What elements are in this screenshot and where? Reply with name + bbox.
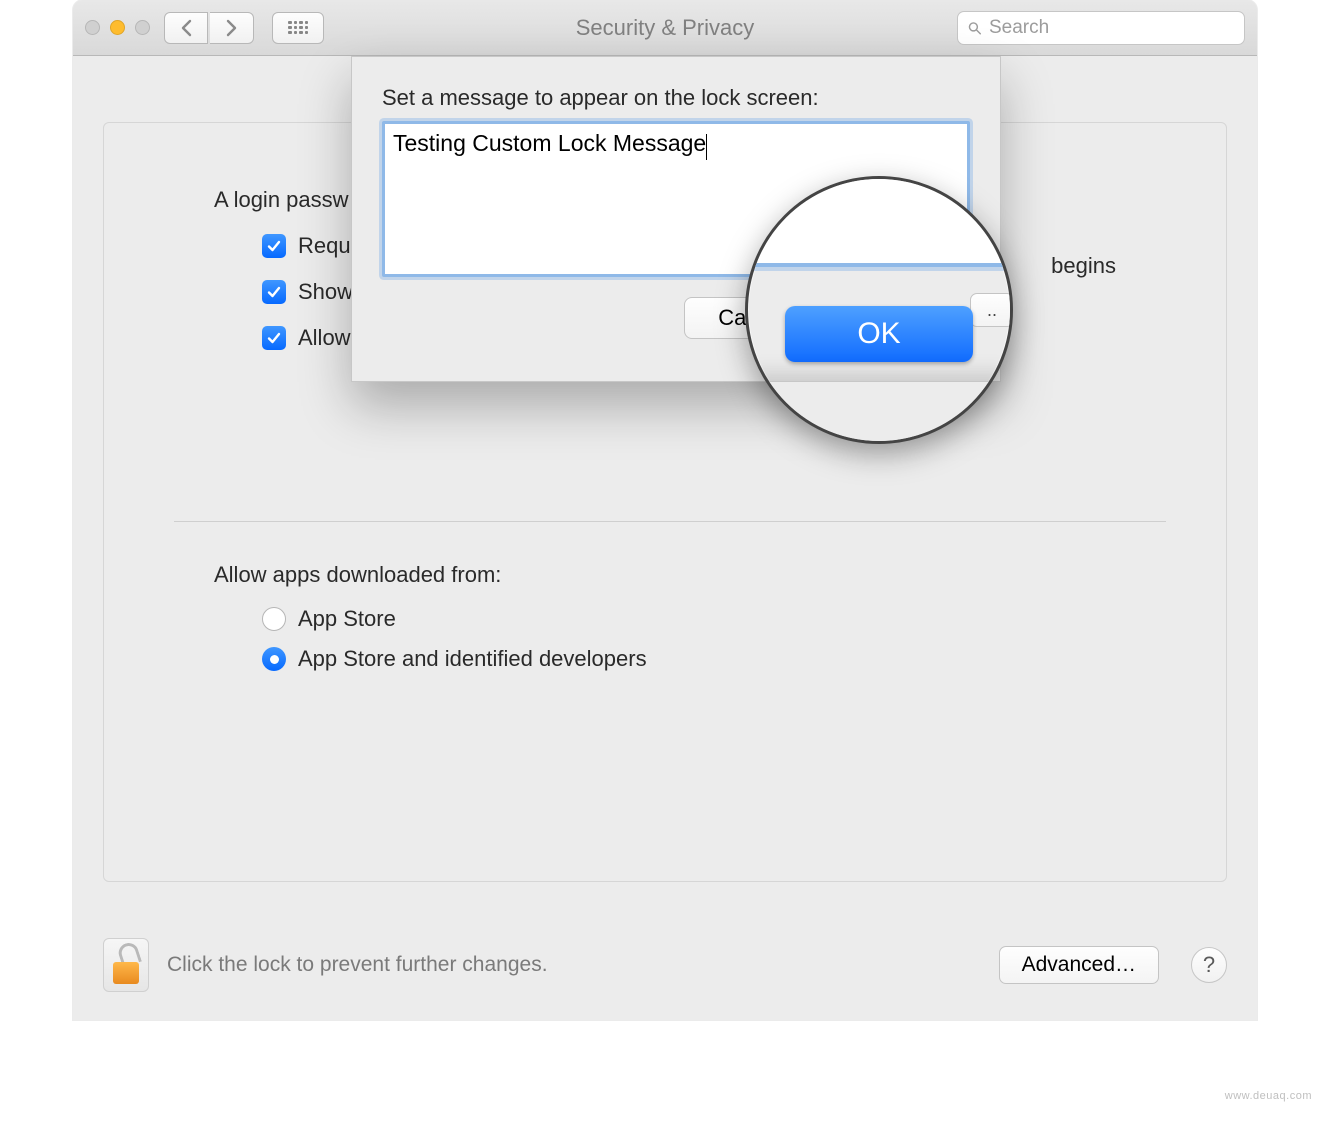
search-icon: [968, 19, 981, 37]
show-all-button[interactable]: [272, 12, 324, 44]
nav-buttons: [164, 12, 254, 44]
search-input[interactable]: [989, 17, 1234, 39]
checkmark-icon: [266, 238, 282, 254]
show-message-label: Show: [298, 279, 353, 305]
minimize-window-button[interactable]: [110, 20, 125, 35]
checkmark-icon: [266, 284, 282, 300]
chevron-right-icon: [226, 19, 238, 37]
text-caret: [706, 134, 707, 160]
watermark-text: www.deuaq.com: [1225, 1090, 1312, 1102]
traffic-lights: [85, 20, 150, 35]
sheet-prompt: Set a message to appear on the lock scre…: [382, 85, 970, 111]
require-password-label: Requi: [298, 233, 355, 259]
show-message-checkbox[interactable]: [262, 280, 286, 304]
padlock-body-icon: [113, 962, 139, 984]
radio-app-store[interactable]: [262, 607, 286, 631]
require-password-checkbox[interactable]: [262, 234, 286, 258]
window-title: Security & Privacy: [576, 15, 755, 41]
help-button[interactable]: ?: [1191, 947, 1227, 983]
allow-checkbox[interactable]: [262, 326, 286, 350]
checkmark-icon: [266, 330, 282, 346]
preferences-window: Security & Privacy A login passw Requi b…: [73, 0, 1257, 1020]
radio-identified-row: App Store and identified developers: [262, 646, 1126, 672]
magnifier-annotation: .. OK: [745, 176, 1013, 444]
back-button[interactable]: [164, 12, 208, 44]
allow-label: Allow: [298, 325, 351, 351]
search-field[interactable]: [957, 11, 1245, 45]
grid-icon: [288, 21, 308, 35]
advanced-button[interactable]: Advanced…: [999, 946, 1159, 984]
magnified-ok-button[interactable]: OK: [785, 306, 973, 362]
forward-button[interactable]: [210, 12, 254, 44]
close-window-button[interactable]: [85, 20, 100, 35]
chevron-left-icon: [180, 19, 192, 37]
radio-identified-label: App Store and identified developers: [298, 646, 647, 672]
divider: [174, 521, 1166, 522]
lock-hint-text: Click the lock to prevent further change…: [167, 953, 981, 977]
lock-button[interactable]: [103, 938, 149, 992]
require-password-trailing: begins: [1051, 253, 1116, 279]
footer: Click the lock to prevent further change…: [103, 938, 1227, 992]
radio-identified-developers[interactable]: [262, 647, 286, 671]
titlebar: Security & Privacy: [73, 0, 1257, 56]
magnified-sheet-edge: [748, 381, 1010, 441]
radio-app-store-row: App Store: [262, 606, 1126, 632]
allow-apps-heading: Allow apps downloaded from:: [214, 562, 1126, 588]
lock-message-value: Testing Custom Lock Message: [393, 130, 706, 156]
zoom-window-button[interactable]: [135, 20, 150, 35]
radio-app-store-label: App Store: [298, 606, 396, 632]
